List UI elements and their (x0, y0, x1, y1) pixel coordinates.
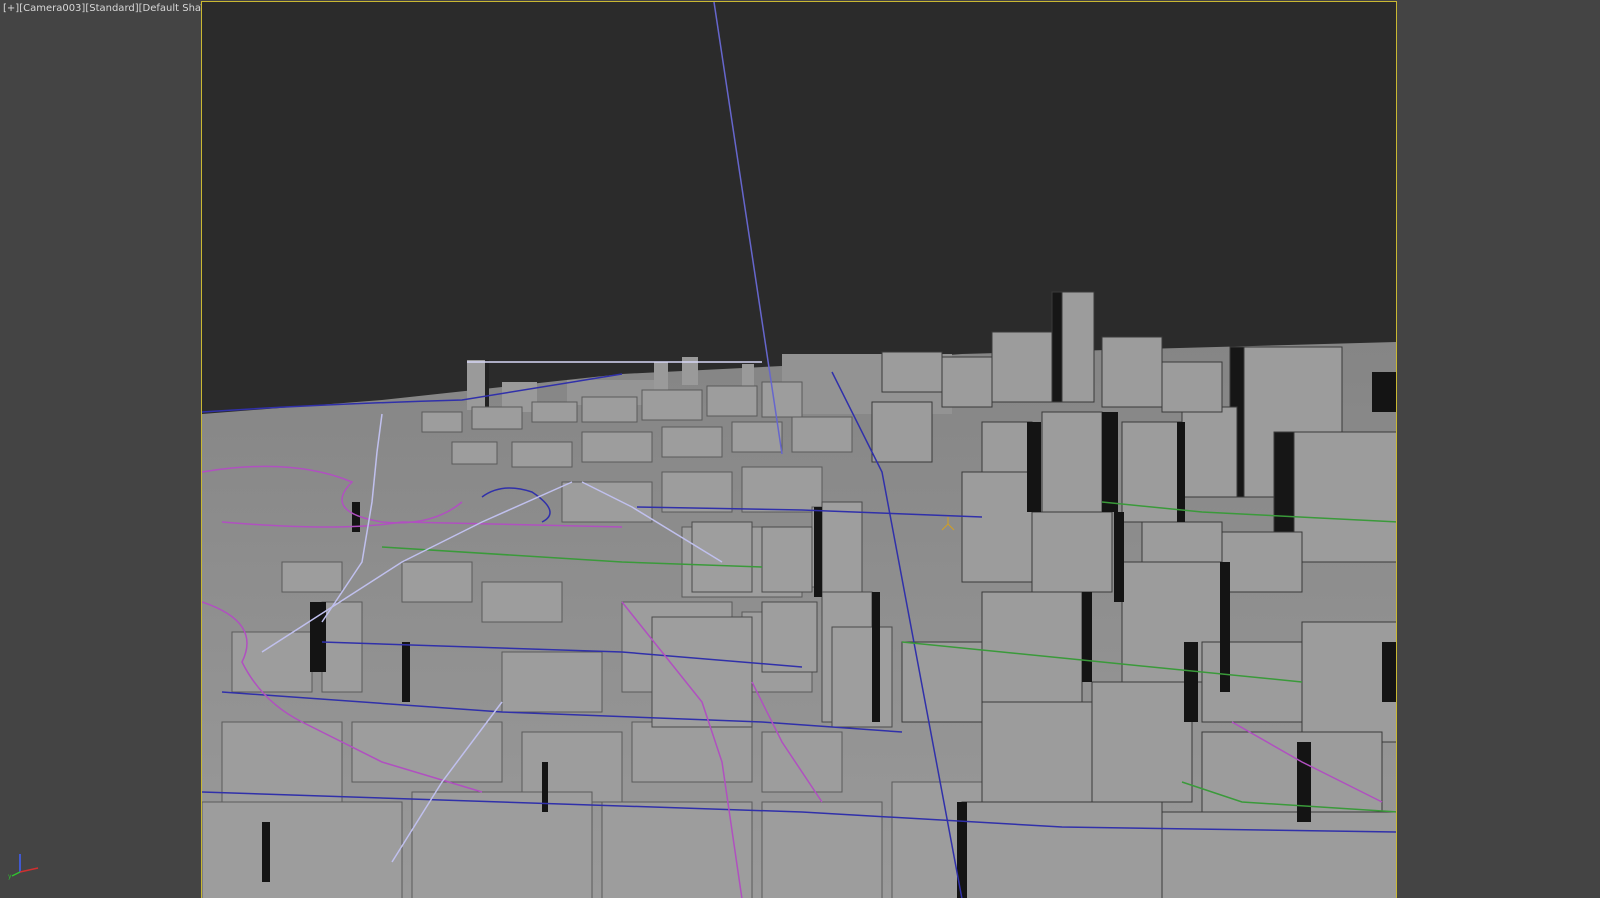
viewport-label: [+][Camera003][Standard][Default Shading… (3, 3, 227, 14)
svg-text:y: y (8, 873, 12, 880)
viewport-menu-plus[interactable]: [+] (3, 3, 19, 14)
axis-gizmo-icon: y (8, 854, 39, 880)
viewport-camera-menu[interactable]: [Camera003] (19, 3, 85, 14)
city-scene (202, 2, 1396, 898)
camera-viewport[interactable] (201, 1, 1397, 898)
viewport-mode-menu[interactable]: [Standard] (85, 3, 138, 14)
